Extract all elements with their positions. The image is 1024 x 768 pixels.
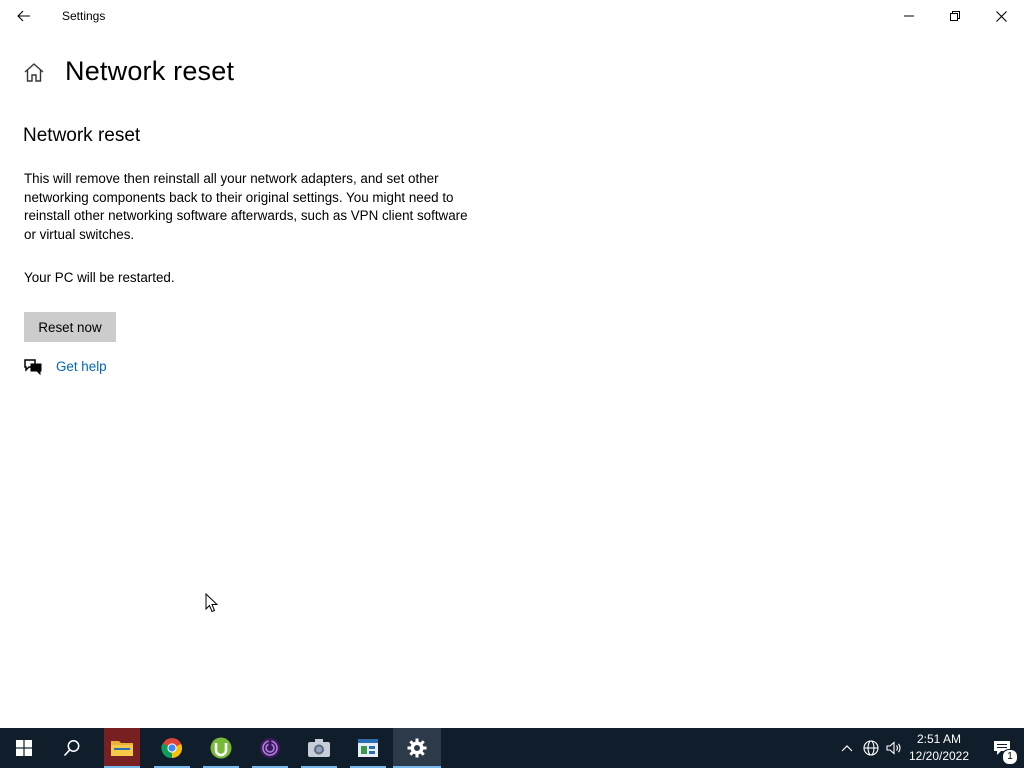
speaker-icon xyxy=(886,741,901,755)
restore-button[interactable] xyxy=(932,0,978,32)
section-title: Network reset xyxy=(23,125,141,146)
folder-icon xyxy=(111,741,133,756)
page-title: Network reset xyxy=(65,56,235,86)
back-arrow-icon xyxy=(17,10,30,22)
minimize-icon xyxy=(904,15,914,17)
action-center-button[interactable]: 1 xyxy=(980,728,1024,768)
tor-browser-button[interactable] xyxy=(246,728,294,768)
window-title: Settings xyxy=(62,9,106,23)
clock-time: 2:51 AM xyxy=(916,732,962,746)
home-icon[interactable] xyxy=(22,61,46,85)
camera-icon xyxy=(308,739,330,757)
utorrent-button[interactable] xyxy=(197,728,245,768)
reset-now-button[interactable]: Reset now xyxy=(24,312,116,342)
minimize-button[interactable] xyxy=(886,0,932,32)
network-tray-button[interactable] xyxy=(860,728,882,768)
restore-icon xyxy=(950,11,960,21)
notification-count-badge: 1 xyxy=(1002,749,1018,765)
close-button[interactable] xyxy=(978,0,1024,32)
title-bar: Settings xyxy=(0,0,1024,32)
get-help-link[interactable]: Get help xyxy=(56,359,107,374)
tor-icon xyxy=(260,738,280,758)
mouse-cursor-icon xyxy=(205,593,219,613)
chrome-button[interactable] xyxy=(148,728,196,768)
restart-note: Your PC will be restarted. xyxy=(24,270,175,285)
app-icon xyxy=(358,739,378,757)
gear-icon xyxy=(407,738,427,758)
volume-tray-button[interactable] xyxy=(883,728,905,768)
utorrent-icon xyxy=(210,737,232,759)
camera-button[interactable] xyxy=(295,728,343,768)
close-icon xyxy=(995,10,1007,22)
get-help-icon xyxy=(24,359,42,376)
back-button[interactable] xyxy=(10,4,38,28)
remote-app-button[interactable] xyxy=(344,728,392,768)
clock-date: 12/20/2022 xyxy=(908,749,970,763)
taskbar: 2:51 AM 12/20/2022 1 xyxy=(0,728,1024,768)
show-hidden-icons-button[interactable] xyxy=(836,728,858,768)
search-button[interactable] xyxy=(48,728,96,768)
chrome-icon xyxy=(161,738,183,759)
globe-network-icon xyxy=(863,740,879,756)
taskbar-clock[interactable]: 2:51 AM 12/20/2022 xyxy=(905,731,973,765)
settings-taskbar-button[interactable] xyxy=(393,728,441,768)
windows-logo-icon xyxy=(16,740,32,756)
start-button[interactable] xyxy=(0,728,48,768)
search-icon xyxy=(63,740,80,757)
settings-window: Settings Network reset Network reset Thi… xyxy=(0,0,1024,728)
file-explorer-button[interactable] xyxy=(98,728,146,768)
chevron-up-icon xyxy=(841,745,853,752)
reset-description: This will remove then reinstall all your… xyxy=(24,171,468,242)
